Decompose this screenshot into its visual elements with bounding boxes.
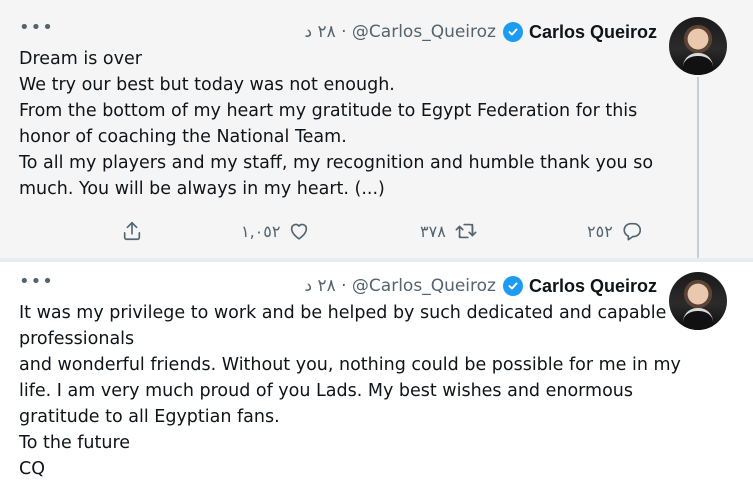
verified-badge-icon — [502, 276, 523, 296]
more-options-icon[interactable]: ••• — [19, 19, 54, 37]
timestamp-handle[interactable]: ٢٨ د · @Carlos_Queiroz — [304, 276, 496, 296]
tweet-header: ••• ٢٨ د · @Carlos_Queiroz Carlos Queiro… — [19, 273, 657, 299]
display-name[interactable]: Carlos Queiroz — [529, 22, 657, 43]
author-info[interactable]: ٢٨ د · @Carlos_Queiroz Carlos Queiroz — [304, 22, 657, 43]
author-info[interactable]: ٢٨ د · @Carlos_Queiroz Carlos Queiroz — [304, 276, 657, 297]
reply-button[interactable]: ٢٥٢ — [587, 218, 643, 244]
tweet-line: and wonderful friends. Without you, noth… — [19, 355, 681, 375]
display-name[interactable]: Carlos Queiroz — [529, 276, 657, 297]
tweet-line: It was my privilege to work and be helpe… — [19, 303, 667, 323]
like-count: ١,٠٥٢ — [241, 221, 281, 241]
action-bar: ١,٠٥٢ ٣٧٨ ٢٥٢ — [0, 218, 753, 244]
tweet-line: Dream is over — [19, 49, 142, 69]
avatar[interactable] — [669, 272, 727, 330]
verified-badge-icon — [502, 22, 523, 42]
timestamp-handle[interactable]: ٢٨ د · @Carlos_Queiroz — [304, 22, 496, 42]
tweet-line: We try our best but today was not enough… — [19, 75, 395, 95]
share-icon — [123, 221, 141, 241]
heart-icon — [291, 223, 308, 240]
tweet-line: From the bottom of my heart my gratitude… — [19, 101, 638, 121]
tweet-line: life. I am very much proud of you Lads. … — [19, 381, 634, 401]
reply-count: ٢٥٢ — [587, 221, 613, 241]
tweet-line: much. You will be always in my heart. (.… — [19, 179, 385, 199]
tweet[interactable]: ••• ٢٨ د · @Carlos_Queiroz Carlos Queiro… — [0, 0, 753, 265]
retweet-icon — [455, 223, 477, 239]
more-options-icon[interactable]: ••• — [19, 273, 54, 291]
tweet-header: ••• ٢٨ د · @Carlos_Queiroz Carlos Queiro… — [19, 19, 657, 45]
avatar[interactable] — [669, 17, 727, 75]
tweet-line: To the future — [19, 433, 131, 453]
tweet-line: honor of coaching the National Team. — [19, 127, 347, 147]
tweet-text: It was my privilege to work and be helpe… — [19, 300, 681, 482]
share-button[interactable] — [121, 218, 143, 244]
tweet-line: professionals — [19, 329, 135, 349]
tweet[interactable]: ••• ٢٨ د · @Carlos_Queiroz Carlos Queiro… — [0, 262, 753, 483]
retweet-button[interactable]: ٣٧٨ — [420, 218, 478, 244]
tweet-line: To all my players and my staff, my recog… — [19, 153, 654, 173]
tweet-line: gratitude to all Egyptian fans. — [19, 407, 280, 427]
reply-icon — [623, 222, 641, 241]
like-button[interactable]: ١,٠٥٢ — [241, 218, 310, 244]
tweet-line: CQ — [19, 459, 45, 479]
tweet-text: Dream is over We try our best but today … — [19, 46, 653, 202]
retweet-count: ٣٧٨ — [420, 221, 446, 241]
